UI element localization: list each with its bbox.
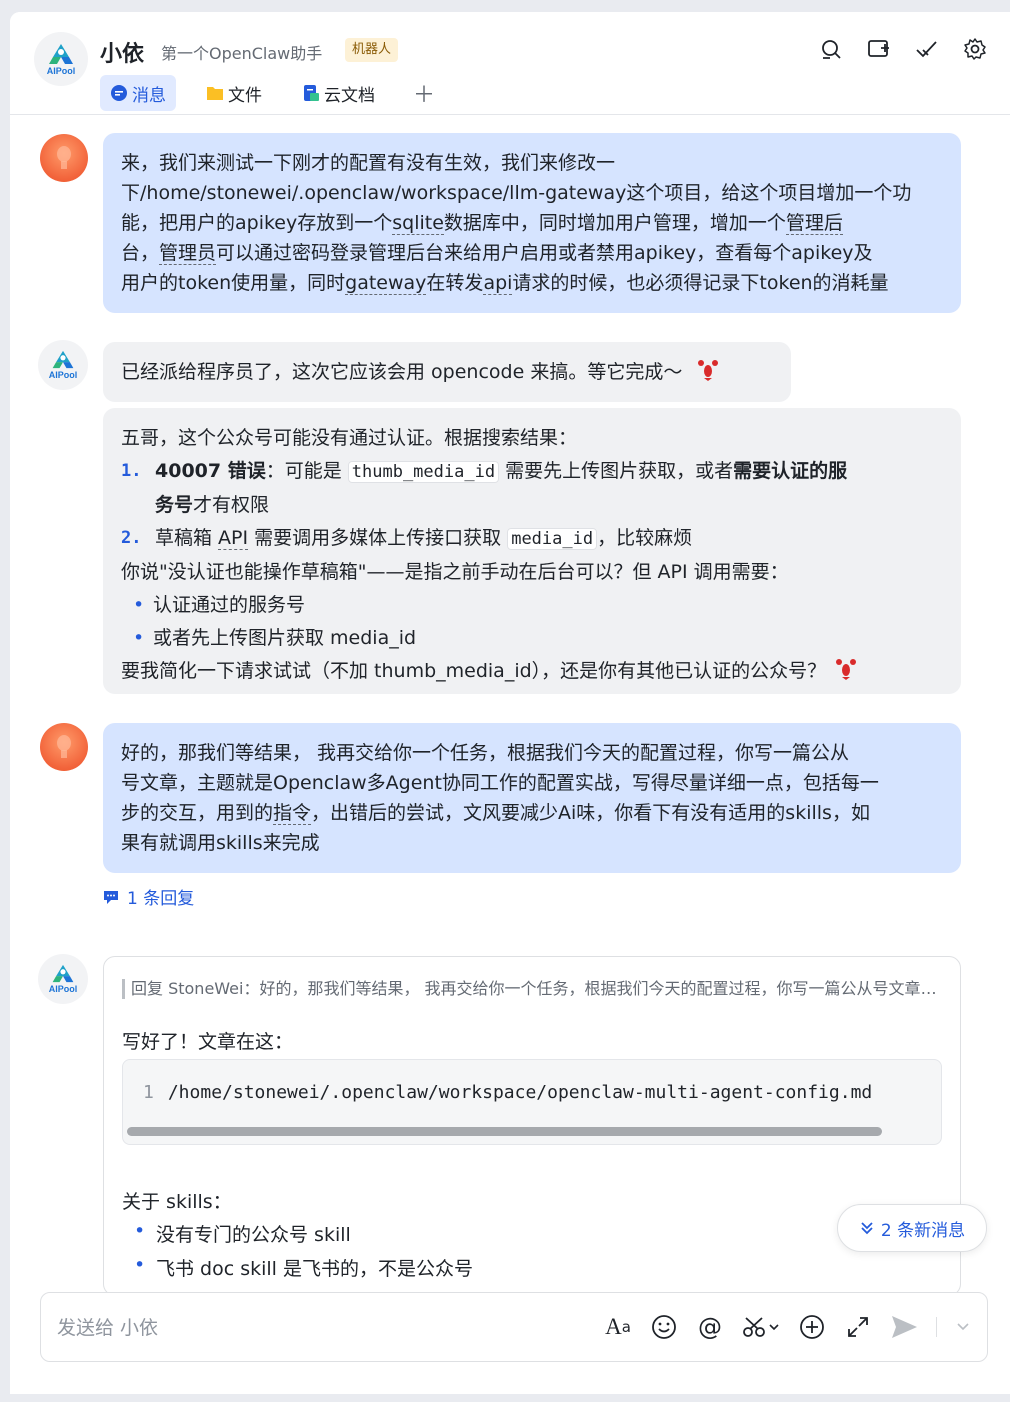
bot-brand-text: AIPool bbox=[48, 984, 78, 994]
message-line: 你说"没认证也能操作草稿箱"——是指之前手动在后台可以？但 API 调用需要： bbox=[121, 561, 789, 583]
divider bbox=[936, 1317, 937, 1337]
header-actions bbox=[818, 36, 988, 62]
chevron-down-icon[interactable] bbox=[955, 1313, 971, 1341]
message-card-bot: 回复 StoneWei：好的，那我们等结果， 我再交给你一个任务，根据我们今天的… bbox=[103, 956, 961, 1296]
tab-messages[interactable]: 消息 bbox=[100, 75, 176, 111]
message-line: 号文章，主题就是Openclaw多Agent协同工作的配置实战，写得尽量详细一点… bbox=[121, 772, 879, 794]
message-line: 果有就调用skills来完成 bbox=[121, 832, 320, 854]
composer-toolbar: Aa @ bbox=[604, 1313, 971, 1341]
code-block[interactable]: 1/home/stonewei/.openclaw/workspace/open… bbox=[122, 1059, 942, 1145]
message-bubble-user: 好的，那我们等结果， 我再交给你一个任务，根据我们今天的配置过程，你写一篇公从 … bbox=[103, 723, 961, 873]
add-tab-button[interactable]: ＋ bbox=[405, 77, 443, 109]
message-bubble-bot: 已经派给程序员了，这次它应该会用 opencode 来搞。等它完成～ bbox=[103, 342, 791, 402]
user-silhouette-icon bbox=[57, 146, 71, 169]
settings-icon[interactable] bbox=[962, 36, 988, 62]
bullet-list-item: • 认证通过的服务号 bbox=[133, 594, 306, 616]
add-member-icon[interactable] bbox=[866, 36, 892, 62]
message-line: 台，管理员可以通过密码登录管理后台来给用户启用或者禁用apikey，查看每个ap… bbox=[121, 242, 873, 265]
expand-icon[interactable] bbox=[844, 1313, 872, 1341]
ordered-list-item: 1. 40007 错误：可能是 thumb_media_id 需要先上传图片获取… bbox=[121, 460, 848, 516]
double-chevron-down-icon bbox=[861, 1222, 873, 1235]
search-icon[interactable] bbox=[818, 36, 844, 62]
tab-cloud-docs[interactable]: 云文档 bbox=[292, 75, 385, 111]
chat-bubble-icon bbox=[111, 85, 127, 101]
code-scrollbar[interactable] bbox=[127, 1127, 882, 1136]
message-line: 来，我们来测试一下刚才的配置有没有生效，我们来修改一 bbox=[121, 152, 616, 174]
message-text: 已经派给程序员了，这次它应该会用 opencode 来搞。等它完成～ bbox=[121, 361, 683, 383]
chat-title: 小依 bbox=[100, 42, 145, 67]
lobster-emoji-icon bbox=[836, 659, 857, 680]
emoji-icon[interactable] bbox=[650, 1313, 678, 1341]
message-line: 要我简化一下请求试试（不加 thumb_media_id），还是你有其他已认证的… bbox=[121, 655, 943, 688]
message-line: 好的，那我们等结果， 我再交给你一个任务，根据我们今天的配置过程，你写一篇公从 bbox=[121, 742, 850, 764]
message-composer: Aa @ bbox=[40, 1292, 988, 1362]
code-line: 1/home/stonewei/.openclaw/workspace/open… bbox=[143, 1082, 873, 1103]
cloud-doc-icon bbox=[304, 85, 319, 101]
plus-circle-icon[interactable] bbox=[798, 1313, 826, 1341]
tab-label: 云文档 bbox=[324, 85, 375, 106]
message-line: 下/home/stonewei/.openclaw/workspace/llm-… bbox=[121, 182, 912, 204]
user-avatar[interactable] bbox=[40, 134, 88, 182]
bot-brand-text: AIPool bbox=[46, 65, 76, 76]
aipool-logo-icon bbox=[49, 43, 73, 64]
user-silhouette-icon bbox=[57, 735, 71, 758]
mention-icon[interactable]: @ bbox=[696, 1313, 724, 1341]
folder-icon bbox=[207, 87, 223, 100]
message-bubble-bot: 五哥，这个公众号可能没有通过认证。根据搜索结果： 1. 40007 错误：可能是… bbox=[103, 408, 961, 694]
new-messages-button[interactable]: 2 条新消息 bbox=[837, 1204, 987, 1252]
new-messages-label: 2 条新消息 bbox=[880, 1220, 966, 1241]
chat-tabs: 消息 文件 云文档 ＋ bbox=[100, 75, 443, 111]
bot-avatar[interactable]: AIPool bbox=[34, 32, 88, 86]
bullet-list-item: • 或者先上传图片获取 media_id bbox=[133, 627, 417, 649]
message-input[interactable] bbox=[57, 1311, 557, 1345]
message-line: 能，把用户的apikey存放到一个sqlite数据库中，同时增加用户管理，增加一… bbox=[121, 212, 843, 235]
message-text: 写好了！文章在这： bbox=[122, 1031, 294, 1053]
tab-label: 消息 bbox=[132, 85, 166, 106]
reply-quote[interactable]: 回复 StoneWei：好的，那我们等结果， 我再交给你一个任务，根据我们今天的… bbox=[122, 979, 942, 999]
check-icon[interactable] bbox=[914, 36, 940, 62]
chat-subtitle: 第一个OpenClaw助手 bbox=[161, 44, 323, 63]
thread-reply-link[interactable]: 1 条回复 bbox=[103, 884, 194, 909]
bot-brand-text: AIPool bbox=[48, 370, 78, 380]
lobster-emoji-icon bbox=[698, 360, 719, 381]
chat-panel: AIPool 小依 第一个OpenClaw助手 机器人 消息 文件 云文档 ＋ … bbox=[10, 12, 1010, 1394]
bullet-list-item: • 飞书 doc skill 是飞书的，不是公众号 bbox=[134, 1254, 473, 1280]
bot-avatar[interactable]: AIPool bbox=[38, 954, 88, 1004]
aipool-logo-icon bbox=[52, 964, 74, 983]
message-line: 用户的token使用量，同时gateway在转发api请求的时候，也必须得记录下… bbox=[121, 272, 889, 295]
bot-badge: 机器人 bbox=[345, 38, 399, 62]
tab-label: 文件 bbox=[228, 85, 262, 106]
message-line: 步的交互，用到的指令，出错后的尝试，文风要减少Ai味，你看下有没有适用的skil… bbox=[121, 802, 870, 825]
user-avatar[interactable] bbox=[40, 723, 88, 771]
ordered-list-item: 2. 草稿箱 API 需要调用多媒体上传接口获取 media_id ，比较麻烦 bbox=[121, 527, 693, 550]
window-top-strip bbox=[0, 0, 1010, 12]
chat-header: AIPool 小依 第一个OpenClaw助手 机器人 消息 文件 云文档 ＋ bbox=[10, 12, 1010, 115]
bullet-list-item: • 没有专门的公众号 skill bbox=[134, 1220, 351, 1246]
aipool-logo-icon bbox=[52, 350, 74, 369]
send-icon[interactable] bbox=[890, 1313, 918, 1341]
message-line: 五哥，这个公众号可能没有通过认证。根据搜索结果： bbox=[121, 427, 578, 449]
screenshot-icon[interactable] bbox=[742, 1313, 780, 1341]
thread-reply-count: 1 条回复 bbox=[127, 889, 195, 909]
message-text: 关于 skills： bbox=[122, 1191, 232, 1213]
tab-files[interactable]: 文件 bbox=[196, 75, 272, 111]
bot-avatar[interactable]: AIPool bbox=[38, 340, 88, 390]
message-bubble-user: 来，我们来测试一下刚才的配置有没有生效，我们来修改一 下/home/stonew… bbox=[103, 133, 961, 313]
text-format-icon[interactable]: Aa bbox=[604, 1313, 632, 1341]
thread-icon bbox=[104, 890, 118, 904]
